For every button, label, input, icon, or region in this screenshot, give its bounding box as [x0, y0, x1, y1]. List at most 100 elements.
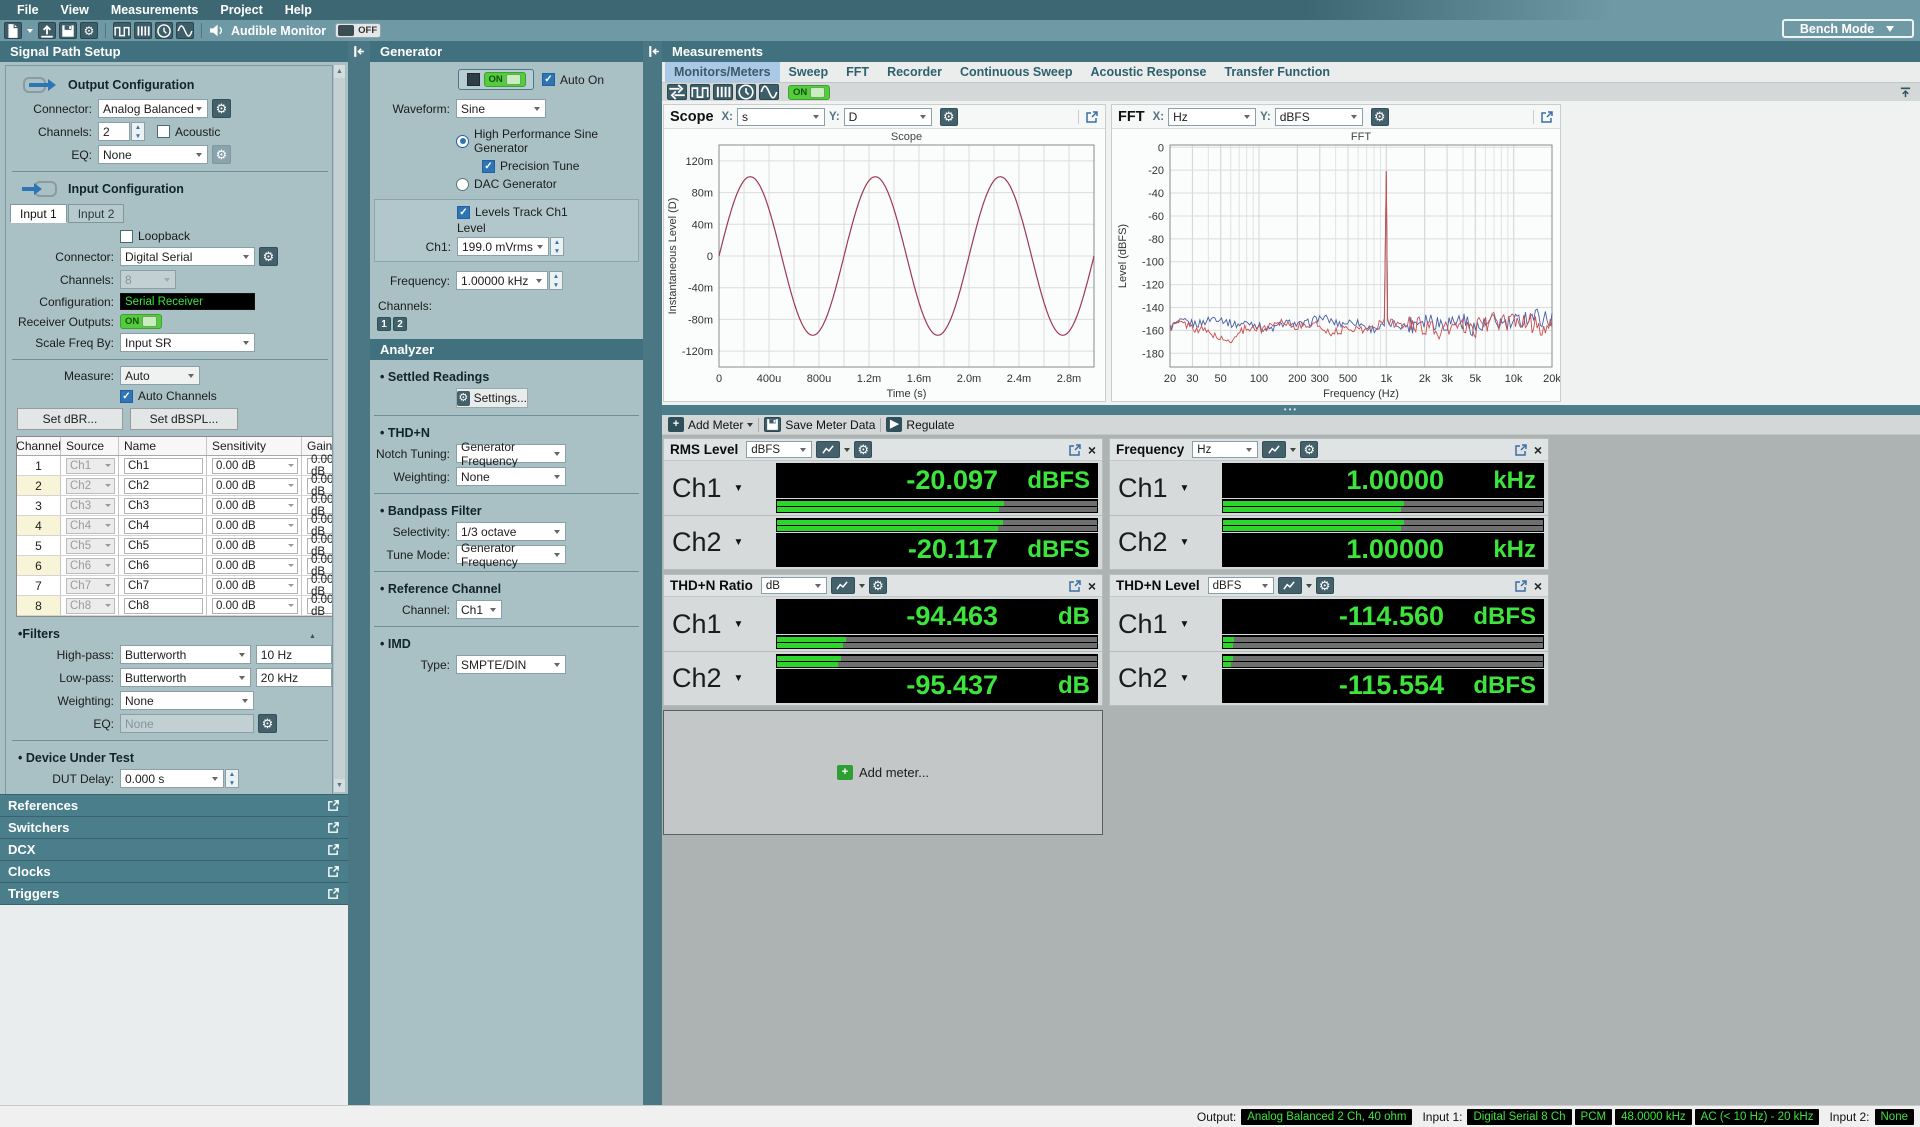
popout-icon[interactable]: [327, 799, 340, 812]
generator-view-button[interactable]: [176, 22, 194, 39]
ch1-level-input[interactable]: 199.0 mVrms: [457, 237, 549, 256]
audible-monitor-toggle[interactable]: OFF: [335, 23, 382, 38]
generator-off-button[interactable]: [466, 73, 480, 86]
popout-icon[interactable]: [1068, 443, 1082, 457]
tab-monitors-meters[interactable]: Monitors/Meters: [665, 62, 780, 82]
menu-view[interactable]: View: [50, 0, 100, 20]
popout-icon[interactable]: [1514, 579, 1528, 593]
dut-delay-stepper[interactable]: ▲ ▼: [225, 769, 239, 788]
reference-channel-select[interactable]: Ch1: [456, 600, 502, 619]
tab-recorder[interactable]: Recorder: [878, 62, 951, 82]
generator-on-toggle[interactable]: ON: [483, 72, 526, 87]
popout-icon[interactable]: [327, 887, 340, 900]
waveform-select[interactable]: Sine: [456, 99, 546, 118]
bench-mode-button[interactable]: Bench Mode: [1782, 19, 1914, 38]
tab-input-2[interactable]: Input 2: [67, 204, 125, 223]
meter-settings-button[interactable]: ⚙: [868, 577, 887, 594]
close-icon[interactable]: ×: [1534, 579, 1542, 593]
levels-track-checkbox[interactable]: ✓: [457, 205, 470, 219]
analyzer-header[interactable]: Analyzer: [370, 339, 643, 360]
settings-button[interactable]: ⚙: [80, 22, 98, 39]
weighting-select[interactable]: None: [120, 691, 254, 710]
frequency-stepper[interactable]: ▲ ▼: [549, 271, 563, 290]
channel-label[interactable]: Ch1 ▼: [672, 463, 776, 513]
name-input[interactable]: Ch8: [124, 597, 203, 614]
lowpass-freq-input[interactable]: 20 kHz: [255, 668, 332, 687]
channel-label[interactable]: Ch2 ▼: [672, 518, 776, 567]
hp-sine-radio[interactable]: [456, 134, 469, 148]
add-meter-placeholder[interactable]: + Add meter...: [663, 710, 1103, 835]
section-references[interactable]: References: [0, 794, 348, 816]
new-project-button[interactable]: [4, 22, 22, 39]
acoustic-checkbox[interactable]: [157, 125, 170, 138]
output-channels-input[interactable]: 2: [98, 122, 130, 141]
auto-on-checkbox[interactable]: ✓: [542, 73, 555, 86]
dut-delay-select[interactable]: 0.000 s: [120, 769, 224, 788]
name-input[interactable]: Ch3: [124, 497, 203, 514]
meter-unit-select[interactable]: dBFS: [746, 441, 813, 458]
output-connector-select[interactable]: Analog Balanced: [98, 99, 208, 118]
name-input[interactable]: Ch6: [124, 557, 203, 574]
filters-eq-settings-button[interactable]: ⚙: [258, 714, 277, 733]
scope-view-button[interactable]: [690, 84, 710, 100]
gain-select[interactable]: 0.00 dB: [307, 454, 332, 478]
channel-label[interactable]: Ch1 ▼: [1118, 599, 1222, 649]
generator-channel-1-button[interactable]: 1: [377, 317, 391, 331]
meter-settings-button[interactable]: ⚙: [1315, 577, 1334, 594]
save-meter-data-button[interactable]: Save Meter Data: [764, 417, 875, 432]
wave-view-button[interactable]: [759, 84, 779, 100]
tab-continuous-sweep[interactable]: Continuous Sweep: [951, 62, 1082, 82]
gain-select[interactable]: 0.00 dB: [307, 514, 332, 538]
scope-x-unit-select[interactable]: s: [737, 107, 826, 126]
lowpass-select[interactable]: Butterworth: [120, 668, 251, 687]
gain-select[interactable]: 0.00 dB: [307, 554, 332, 578]
measurement-on-toggle[interactable]: ON: [788, 84, 830, 100]
save-project-button[interactable]: [59, 22, 77, 39]
meter-unit-select[interactable]: dBFS: [1207, 577, 1274, 594]
sensitivity-select[interactable]: 0.00 dB: [212, 517, 298, 534]
section-dcx[interactable]: DCX: [0, 838, 348, 860]
auto-channels-checkbox[interactable]: ✓: [120, 389, 133, 403]
scope-chart[interactable]: Scope 120m 80m 40m 0 -40m -80m -120m 0 400u 800u 1.…: [664, 129, 1105, 401]
popout-icon[interactable]: [1514, 443, 1528, 457]
scope-y-unit-select[interactable]: D: [843, 107, 932, 126]
loopback-checkbox[interactable]: [120, 229, 133, 243]
bars-view-button[interactable]: [713, 84, 733, 100]
gain-select[interactable]: 0.00 dB: [307, 594, 332, 618]
gain-select[interactable]: 0.00 dB: [307, 494, 332, 518]
dock-pin-icon[interactable]: [646, 44, 661, 59]
input-connector-select[interactable]: Digital Serial: [120, 247, 255, 266]
popout-icon[interactable]: [327, 865, 340, 878]
signal-path-header[interactable]: Signal Path Setup: [0, 41, 348, 62]
meter-graph-button[interactable]: [1262, 441, 1287, 458]
frequency-input[interactable]: 1.00000 kHz: [456, 271, 548, 290]
tab-acoustic-response[interactable]: Acoustic Response: [1081, 62, 1215, 82]
measurements-header[interactable]: Measurements: [662, 41, 1920, 62]
menu-measurements[interactable]: Measurements: [100, 0, 210, 20]
fft-settings-button[interactable]: ⚙: [1370, 107, 1389, 126]
signal-path-view-button[interactable]: [113, 22, 131, 39]
highpass-select[interactable]: Butterworth: [120, 645, 251, 664]
meter-settings-button[interactable]: ⚙: [854, 441, 873, 458]
tab-input-1[interactable]: Input 1: [10, 204, 67, 223]
popout-icon[interactable]: [1068, 579, 1082, 593]
selectivity-select[interactable]: 1/3 octave: [456, 522, 566, 541]
generator-header[interactable]: Generator: [370, 41, 643, 62]
clock-view-button[interactable]: [736, 84, 756, 100]
tune-mode-select[interactable]: Generator Frequency: [456, 541, 566, 569]
popout-icon[interactable]: [327, 843, 340, 856]
new-project-dropdown-icon[interactable]: [27, 28, 33, 33]
name-input[interactable]: Ch1: [124, 457, 203, 474]
tab-fft[interactable]: FFT: [837, 62, 878, 82]
dac-generator-radio[interactable]: [456, 177, 469, 191]
section-switchers[interactable]: Switchers: [0, 816, 348, 838]
gain-select[interactable]: 0.00 dB: [307, 534, 332, 558]
receiver-outputs-toggle[interactable]: ON: [120, 314, 162, 329]
input-connector-settings-button[interactable]: ⚙: [259, 247, 278, 266]
sensitivity-select[interactable]: 0.00 dB: [212, 577, 298, 594]
close-icon[interactable]: ×: [1088, 579, 1096, 593]
clock-view-button[interactable]: [155, 22, 173, 39]
popout-icon[interactable]: [327, 821, 340, 834]
panel-separator[interactable]: [643, 41, 662, 1105]
tab-sweep[interactable]: Sweep: [780, 62, 838, 82]
